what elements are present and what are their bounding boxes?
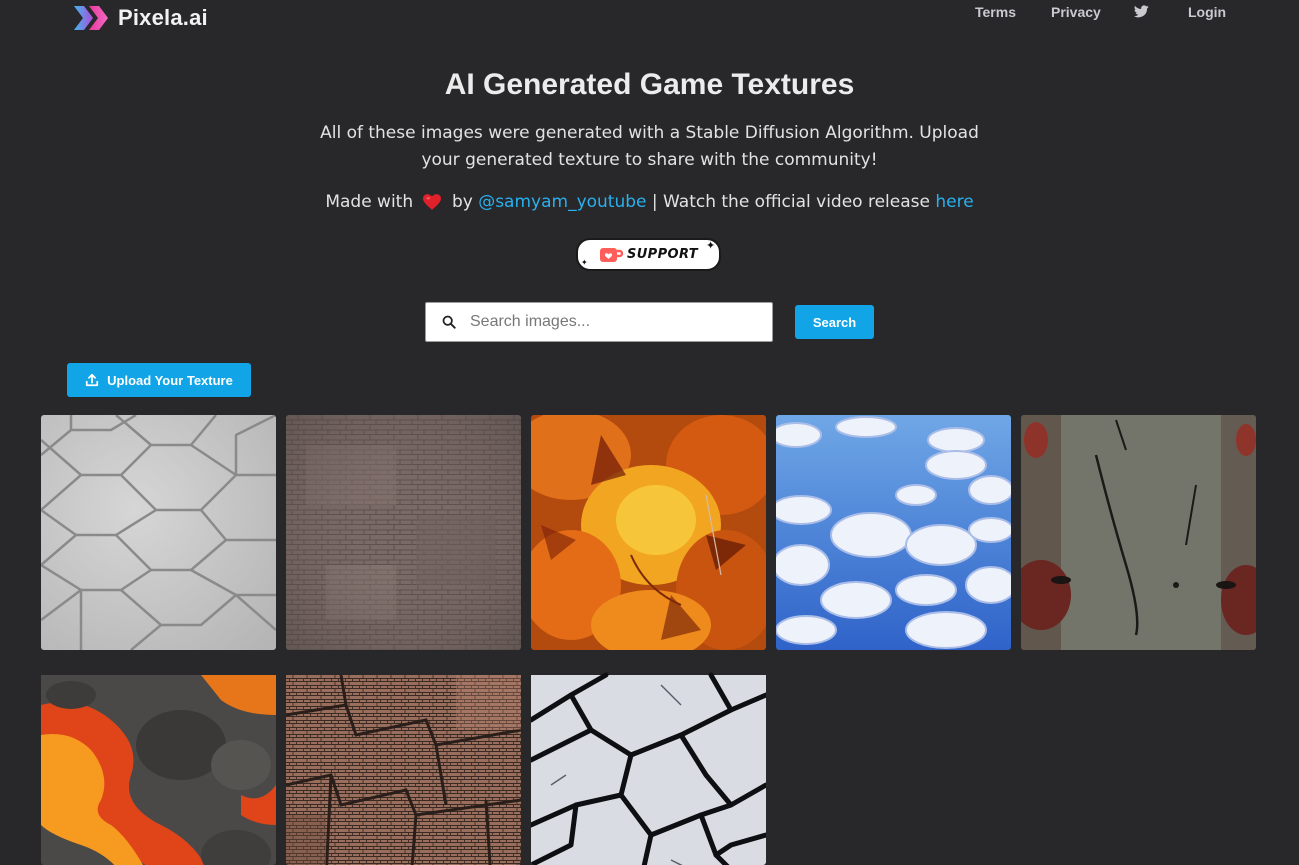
texture-image [41, 415, 276, 650]
texture-image [531, 415, 766, 650]
kofi-support-button[interactable]: SUPPORT ✦ ✦ [576, 238, 721, 271]
search-input[interactable] [470, 313, 760, 331]
made-with-by: by [451, 192, 473, 212]
video-release-text: | Watch the official video release [651, 192, 930, 212]
search-icon [442, 315, 456, 329]
nav-terms-link[interactable]: Terms [975, 4, 1016, 20]
texture-card-layered-brick[interactable] [286, 660, 521, 865]
texture-image [41, 675, 276, 865]
hero-description: All of these images were generated with … [320, 123, 979, 170]
kofi-cup-icon [599, 247, 623, 262]
texture-image [776, 415, 1011, 650]
twitter-icon[interactable] [1133, 5, 1149, 21]
video-release-link[interactable]: here [935, 192, 973, 212]
top-navbar: Pixela.ai Terms Privacy Login [0, 0, 1299, 36]
texture-card-lava-rock[interactable] [41, 660, 276, 865]
texture-image [286, 415, 521, 650]
sparkle-icon: ✦ [581, 258, 588, 267]
upload-icon [86, 373, 99, 387]
texture-image [531, 672, 766, 865]
upload-texture-button[interactable]: Upload Your Texture [67, 363, 251, 397]
heart-icon [422, 194, 441, 215]
sparkle-icon: ✦ [706, 240, 716, 252]
support-label: SUPPORT [626, 247, 699, 262]
texture-image [1021, 415, 1256, 650]
texture-card-stone-tiles[interactable] [41, 415, 276, 650]
nav-privacy-link[interactable]: Privacy [1051, 4, 1101, 20]
upload-label: Upload Your Texture [107, 372, 233, 388]
texture-card-bloody-concrete[interactable] [1021, 415, 1256, 650]
search-button[interactable]: Search [795, 305, 874, 339]
page-title: AI Generated Game Textures [444, 68, 855, 101]
texture-card-brick-wall[interactable] [286, 415, 521, 650]
texture-image [286, 674, 521, 865]
made-with-line: Made with by @samyam_youtube | Watch the… [0, 192, 1299, 215]
made-with-prefix: Made with [325, 192, 414, 212]
author-link[interactable]: @samyam_youtube [478, 192, 646, 212]
texture-card-autumn-leaves[interactable] [531, 415, 766, 650]
nav-login-link[interactable]: Login [1188, 4, 1226, 20]
texture-card-ice-floes[interactable] [776, 415, 1011, 650]
texture-card-cracked-ice[interactable] [531, 660, 766, 865]
search-box [425, 302, 773, 342]
